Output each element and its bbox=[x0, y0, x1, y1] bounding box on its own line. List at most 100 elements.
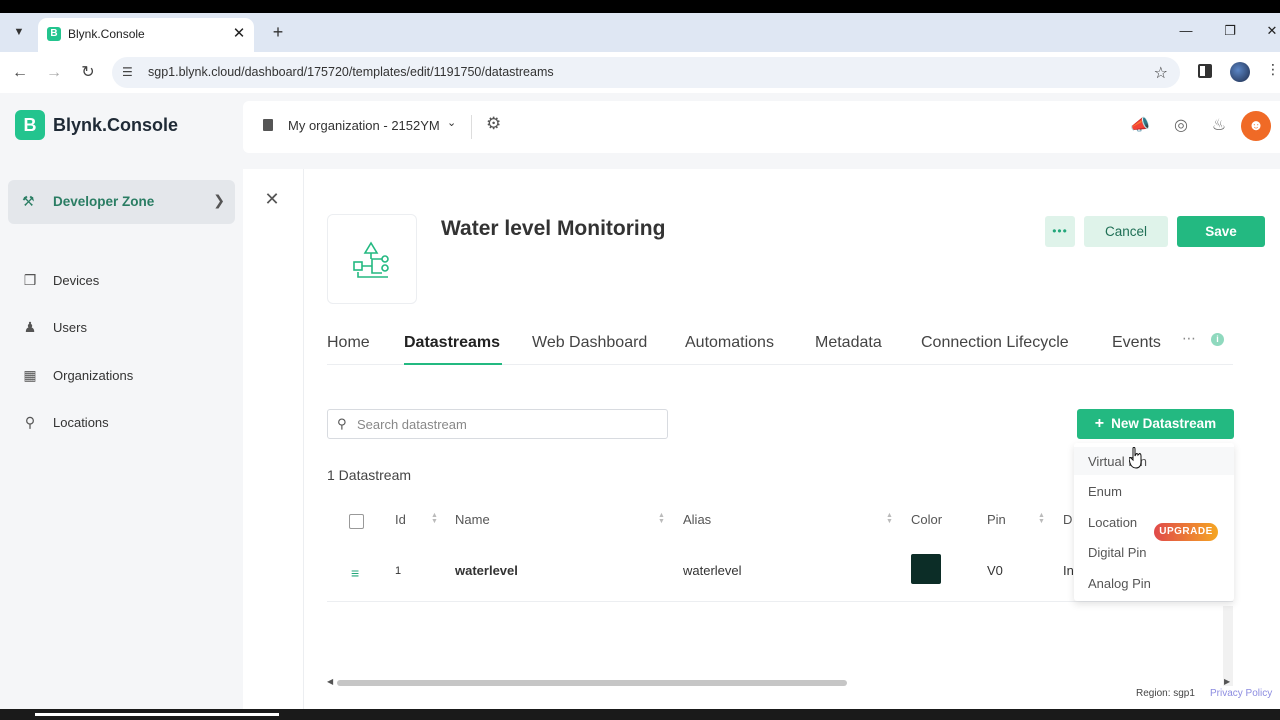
chevron-down-icon[interactable]: ⌄ bbox=[447, 116, 456, 129]
more-tabs-icon[interactable]: ⋯ bbox=[1182, 330, 1196, 347]
sidebar-item-devices[interactable]: ❒ Devices bbox=[8, 263, 235, 299]
sidebar-item-label: Developer Zone bbox=[53, 194, 155, 209]
sort-icon[interactable]: ▲ ▼ bbox=[886, 512, 893, 525]
scroll-left-icon[interactable]: ◀ bbox=[327, 677, 333, 686]
tab-search-icon[interactable]: ▼ bbox=[10, 23, 28, 41]
sidebar-item-label: Devices bbox=[53, 273, 100, 288]
taskbar-indicator bbox=[35, 713, 279, 716]
url-field[interactable]: ☰ sgp1.blynk.cloud/dashboard/175720/temp… bbox=[112, 57, 1180, 88]
sidebar-item-developer-zone[interactable]: ⚒ Developer Zone ❯ bbox=[8, 180, 235, 224]
sidebar-item-label: Organizations bbox=[53, 368, 134, 383]
sidebar-item-users[interactable]: ♟ Users bbox=[8, 310, 235, 346]
sidebar-item-locations[interactable]: ⚲ Locations bbox=[8, 405, 235, 441]
sort-icon[interactable]: ▲ ▼ bbox=[658, 512, 665, 525]
reload-icon[interactable]: ↻ bbox=[78, 63, 98, 83]
tab-close-icon[interactable]: ✕ bbox=[230, 24, 248, 42]
blynk-logo-icon: B bbox=[15, 110, 45, 140]
search-box: ⚲ bbox=[327, 409, 668, 439]
privacy-policy-link[interactable]: Privacy Policy bbox=[1210, 688, 1272, 699]
browser-tab[interactable]: B Blynk.Console ✕ bbox=[38, 18, 254, 52]
column-header-alias[interactable]: Alias bbox=[683, 512, 711, 527]
tab-metadata[interactable]: Metadata bbox=[815, 334, 882, 352]
more-options-button[interactable]: ••• bbox=[1045, 216, 1075, 247]
chevron-right-icon: ❯ bbox=[213, 192, 225, 208]
region-label: Region: sgp1 bbox=[1136, 688, 1195, 699]
new-datastream-button[interactable]: + New Datastream bbox=[1077, 409, 1234, 439]
site-settings-icon[interactable]: ☰ bbox=[122, 65, 133, 79]
side-panel-icon[interactable] bbox=[1198, 64, 1212, 78]
sort-icon[interactable]: ▲ ▼ bbox=[431, 512, 438, 525]
column-header-id[interactable]: Id bbox=[395, 512, 406, 527]
template-tabs: Home Datastreams Web Dashboard Automatio… bbox=[327, 329, 1233, 365]
tab-datastreams[interactable]: Datastreams bbox=[404, 334, 500, 352]
new-tab-icon[interactable]: + bbox=[268, 22, 288, 42]
row-id: 1 bbox=[395, 565, 402, 577]
tab-connection-lifecycle[interactable]: Connection Lifecycle bbox=[921, 334, 1069, 352]
tab-web-dashboard[interactable]: Web Dashboard bbox=[532, 334, 647, 352]
upgrade-badge[interactable]: UPGRADE bbox=[1154, 523, 1218, 541]
info-icon[interactable]: i bbox=[1211, 333, 1224, 346]
sidebar-item-label: Locations bbox=[53, 415, 109, 430]
menu-item-analog-pin[interactable]: Analog Pin bbox=[1088, 576, 1151, 591]
template-title: Water level Monitoring bbox=[441, 217, 666, 240]
sort-icon[interactable]: ▲ ▼ bbox=[1038, 512, 1045, 525]
plus-icon: + bbox=[1094, 415, 1105, 432]
sidebar-item-organizations[interactable]: ▦ Organizations bbox=[8, 358, 235, 394]
app-logo-text: Blynk.Console bbox=[53, 115, 179, 135]
row-name[interactable]: waterlevel bbox=[455, 563, 518, 578]
tab-automations[interactable]: Automations bbox=[685, 334, 774, 352]
back-icon[interactable]: ← bbox=[10, 63, 30, 83]
menu-item-enum[interactable]: Enum bbox=[1088, 484, 1122, 499]
help-lifebuoy-icon[interactable]: ◎ bbox=[1171, 115, 1191, 135]
horizontal-scrollbar[interactable]: ◀ ▶ bbox=[327, 677, 1233, 687]
minimize-icon[interactable]: — bbox=[1176, 23, 1196, 38]
building-icon: ▦ bbox=[23, 367, 37, 383]
restore-icon[interactable]: ❐ bbox=[1220, 23, 1240, 39]
org-settings-gear-icon[interactable]: ⚙ bbox=[486, 114, 501, 134]
menu-item-digital-pin[interactable]: Digital Pin bbox=[1088, 545, 1147, 560]
scrollbar-thumb[interactable] bbox=[337, 680, 847, 686]
close-icon[interactable]: ✕ bbox=[263, 189, 281, 210]
browser-window: ▼ B Blynk.Console ✕ + — ❐ ✕ ← → ↻ ☰ sgp1… bbox=[0, 13, 1280, 720]
map-pin-icon: ⚲ bbox=[24, 414, 36, 430]
tools-icon: ⚒ bbox=[22, 193, 35, 209]
sidebar: ⚒ Developer Zone ❯ ❒ Devices ♟ Users ▦ O… bbox=[0, 153, 243, 720]
template-device-icon bbox=[353, 241, 389, 278]
user-avatar-icon[interactable]: ☻ bbox=[1241, 111, 1271, 141]
profile-avatar-icon[interactable] bbox=[1230, 62, 1250, 82]
color-swatch bbox=[911, 554, 941, 584]
announcements-megaphone-icon[interactable]: 📣 bbox=[1130, 115, 1150, 135]
notifications-bell-icon[interactable]: ♨ bbox=[1209, 115, 1229, 135]
menu-item-location[interactable]: Location bbox=[1088, 515, 1137, 530]
window-close-icon[interactable]: ✕ bbox=[1262, 23, 1280, 39]
bookmark-star-icon[interactable]: ☆ bbox=[1154, 63, 1168, 83]
cancel-button[interactable]: Cancel bbox=[1084, 216, 1168, 247]
header-divider bbox=[471, 115, 472, 139]
new-datastream-menu: Virtual Pin Enum Location UPGRADE Digita… bbox=[1074, 443, 1234, 601]
vertical-scrollbar[interactable] bbox=[1223, 606, 1233, 686]
template-editor-panel: ✕ Water level Monitoring ••• Cancel Save bbox=[243, 169, 1280, 720]
building-icon bbox=[263, 119, 273, 131]
new-datastream-label: New Datastream bbox=[1111, 416, 1217, 431]
search-input[interactable] bbox=[357, 415, 657, 433]
save-button[interactable]: Save bbox=[1177, 216, 1265, 247]
tab-home[interactable]: Home bbox=[327, 334, 370, 352]
tab-events[interactable]: Events bbox=[1112, 334, 1161, 352]
tab-title: Blynk.Console bbox=[68, 27, 145, 41]
select-all-checkbox[interactable] bbox=[349, 514, 364, 529]
org-selector[interactable]: My organization - 2152YM bbox=[288, 118, 440, 133]
users-icon: ♟ bbox=[23, 319, 37, 335]
sidebar-item-label: Users bbox=[53, 320, 87, 335]
row-alias: waterlevel bbox=[683, 563, 742, 578]
drag-handle-icon[interactable]: ≡ bbox=[351, 565, 359, 581]
column-header-color[interactable]: Color bbox=[911, 512, 942, 527]
search-icon: ⚲ bbox=[337, 416, 347, 431]
scroll-right-icon[interactable]: ▶ bbox=[1224, 677, 1230, 686]
column-header-name[interactable]: Name bbox=[455, 512, 490, 527]
column-header-pin[interactable]: Pin bbox=[987, 512, 1006, 527]
forward-icon[interactable]: → bbox=[44, 63, 64, 83]
browser-menu-icon[interactable]: ⋮ bbox=[1266, 61, 1280, 78]
template-image[interactable] bbox=[327, 214, 417, 304]
column-header-data-type[interactable]: D bbox=[1063, 512, 1072, 527]
blynk-favicon-icon: B bbox=[47, 27, 61, 41]
